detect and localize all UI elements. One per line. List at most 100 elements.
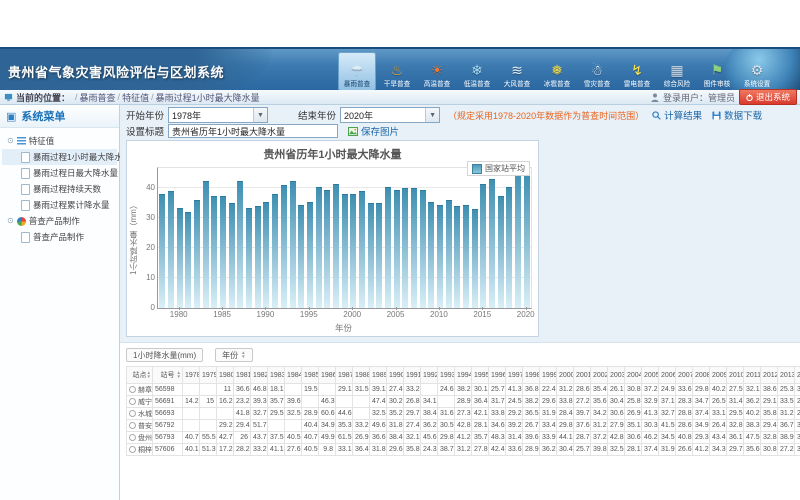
- nav-lightning[interactable]: ↯雷电普查: [618, 52, 656, 90]
- nav-high-temp[interactable]: ☀高温普查: [418, 52, 456, 90]
- nav-snow[interactable]: ☃雪灾普查: [578, 52, 616, 90]
- column-header-year-1991[interactable]: 1991: [404, 367, 421, 384]
- nav-rainstorm[interactable]: ☂暴雨普查: [338, 52, 376, 90]
- breadcrumb-item[interactable]: 暴雨普查: [80, 91, 116, 104]
- column-header-year-1982[interactable]: 1982: [251, 367, 268, 384]
- column-header-year-1998[interactable]: 1998: [523, 367, 540, 384]
- column-header-year-2013[interactable]: 2013: [778, 367, 795, 384]
- table-row[interactable]: 桐梓5760640.151.317.228.233.241.127.640.59…: [127, 444, 800, 456]
- value-cell: 29.7: [727, 444, 744, 456]
- column-header-year-2014[interactable]: 2014: [795, 367, 800, 384]
- column-header-year-1984[interactable]: 1984: [285, 367, 302, 384]
- table-row[interactable]: 普安5679229.229.451.740.434.935.333.249.63…: [127, 420, 800, 432]
- nav-map-review[interactable]: ⚑图件审核: [698, 52, 736, 90]
- column-header-year-1987[interactable]: 1987: [336, 367, 353, 384]
- value-cell: 38.4: [387, 432, 404, 444]
- column-header-year-1995[interactable]: 1995: [472, 367, 489, 384]
- column-header-year-1981[interactable]: 1981: [234, 367, 251, 384]
- row-expand-icon[interactable]: [129, 446, 136, 453]
- value-cell: 36.2: [540, 444, 557, 456]
- row-expand-icon[interactable]: [129, 386, 136, 393]
- chart-legend[interactable]: 国家站平均: [467, 161, 530, 176]
- tree-item[interactable]: 暴雨过程持续天数: [2, 181, 117, 197]
- tree-item[interactable]: 普查产品制作: [2, 229, 117, 245]
- column-header-station[interactable]: 站点▲▼: [127, 367, 153, 384]
- value-cell: 43.7: [251, 432, 268, 444]
- tree-group[interactable]: ⊙普查产品制作: [2, 213, 117, 229]
- column-header-year-1979[interactable]: 1979: [200, 367, 217, 384]
- calculate-button[interactable]: 计算结果: [652, 108, 702, 122]
- column-header-year-1989[interactable]: 1989: [370, 367, 387, 384]
- column-header-year-2011[interactable]: 2011: [744, 367, 761, 384]
- breadcrumb-item[interactable]: 暴雨过程1小时最大降水量: [156, 91, 260, 104]
- station-name-cell: 水城: [127, 408, 153, 420]
- tree-toggle-icon[interactable]: ⊙: [7, 217, 14, 225]
- value-cell: 45.6: [421, 432, 438, 444]
- column-header-year-1980[interactable]: 1980: [217, 367, 234, 384]
- column-header-year-2007[interactable]: 2007: [676, 367, 693, 384]
- column-header-year-2001[interactable]: 2001: [574, 367, 591, 384]
- start-year-label: 开始年份: [126, 108, 164, 122]
- table-row[interactable]: 赫章565981136.646.818.119.529.131.539.127.…: [127, 384, 800, 396]
- nav-settings[interactable]: ⚙系统设置: [738, 52, 776, 90]
- column-header-year-1985[interactable]: 1985: [302, 367, 319, 384]
- breadcrumb-separator: /: [151, 92, 154, 102]
- data-download-button[interactable]: 数据下载: [712, 108, 762, 122]
- column-header-year-1996[interactable]: 1996: [489, 367, 506, 384]
- column-header-year-2000[interactable]: 2000: [557, 367, 574, 384]
- tree-toggle-icon[interactable]: ⊙: [7, 137, 14, 145]
- tree-item[interactable]: 暴雨过程1小时最大降水量: [2, 149, 117, 165]
- save-image-button[interactable]: 保存图片: [348, 124, 399, 138]
- tree-item-label: 暴雨过程日最大降水量: [33, 167, 118, 179]
- breadcrumb-item[interactable]: 特征值: [122, 91, 149, 104]
- tree-item[interactable]: 暴雨过程累计降水量: [2, 197, 117, 213]
- column-header-year-1999[interactable]: 1999: [540, 367, 557, 384]
- value-cell: 40.4: [302, 420, 319, 432]
- column-header-year-2009[interactable]: 2009: [710, 367, 727, 384]
- value-cell: 41.2: [693, 444, 710, 456]
- column-header-year-2008[interactable]: 2008: [693, 367, 710, 384]
- column-header-year-1986[interactable]: 1986: [319, 367, 336, 384]
- column-header-year-2010[interactable]: 2010: [727, 367, 744, 384]
- chart-title-input[interactable]: [168, 124, 338, 138]
- row-expand-icon[interactable]: [129, 398, 136, 405]
- row-expand-icon[interactable]: [129, 410, 136, 417]
- tree-group[interactable]: ⊙特征值: [2, 133, 117, 149]
- table-row[interactable]: 水城5669341.832.729.532.528.960.644.632.53…: [127, 408, 800, 420]
- value-cell: 33.1: [336, 444, 353, 456]
- table-row[interactable]: 盘州5679340.755.542.72643.737.540.540.749.…: [127, 432, 800, 444]
- column-header-year-1994[interactable]: 1994: [455, 367, 472, 384]
- set-title-label: 设置标题: [126, 124, 164, 138]
- column-header-year-1990[interactable]: 1990: [387, 367, 404, 384]
- nav-hail[interactable]: ❅冰雹普查: [538, 52, 576, 90]
- start-year-select[interactable]: 1978年 ▼: [168, 107, 268, 123]
- column-header-year-2002[interactable]: 2002: [591, 367, 608, 384]
- column-header-year-2006[interactable]: 2006: [659, 367, 676, 384]
- column-header-year-2004[interactable]: 2004: [625, 367, 642, 384]
- row-expand-icon[interactable]: [129, 434, 136, 441]
- nav-wind[interactable]: ≋大风普查: [498, 52, 536, 90]
- column-header-year-1978[interactable]: 1978: [183, 367, 200, 384]
- value-unit-chip[interactable]: 1小时降水量(mm): [126, 348, 203, 362]
- column-header-year-1997[interactable]: 1997: [506, 367, 523, 384]
- logout-button[interactable]: 退出系统: [739, 89, 797, 105]
- value-cell: 25.7: [489, 384, 506, 396]
- row-expand-icon[interactable]: [129, 422, 136, 429]
- column-header-year-2005[interactable]: 2005: [642, 367, 659, 384]
- station-id-cell: 56598: [153, 384, 183, 396]
- column-header-year-2012[interactable]: 2012: [761, 367, 778, 384]
- column-header-year-1983[interactable]: 1983: [268, 367, 285, 384]
- column-header-station-id[interactable]: 站号▲▼: [153, 367, 183, 384]
- column-header-year-1988[interactable]: 1988: [353, 367, 370, 384]
- column-header-year-2003[interactable]: 2003: [608, 367, 625, 384]
- end-year-select[interactable]: 2020年 ▼: [340, 107, 440, 123]
- value-cell: 44.1: [557, 432, 574, 444]
- nav-comprehensive-risk[interactable]: ▦综合风险: [658, 52, 696, 90]
- nav-low-temp[interactable]: ❄低温普查: [458, 52, 496, 90]
- table-row[interactable]: 威宁5669114.21516.223.239.335.739.646.347.…: [127, 396, 800, 408]
- nav-drought[interactable]: ♨干旱普查: [378, 52, 416, 90]
- column-header-year-1992[interactable]: 1992: [421, 367, 438, 384]
- year-group-chip[interactable]: 年份 ▲▼: [215, 348, 252, 362]
- column-header-year-1993[interactable]: 1993: [438, 367, 455, 384]
- tree-item[interactable]: 暴雨过程日最大降水量: [2, 165, 117, 181]
